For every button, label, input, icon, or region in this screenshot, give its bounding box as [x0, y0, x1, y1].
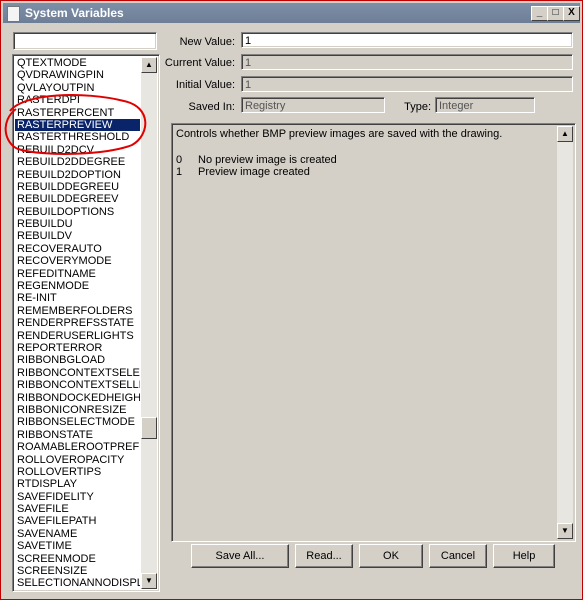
- variable-list-item[interactable]: SCREENSIZE: [15, 565, 140, 577]
- new-value-input[interactable]: 1: [241, 32, 573, 48]
- variable-list-item[interactable]: RIBBONCONTEXTSELECT: [15, 367, 140, 379]
- ok-button[interactable]: OK: [359, 544, 423, 568]
- variable-list-item[interactable]: ROLLOVEROPACITY: [15, 454, 140, 466]
- scroll-up-button[interactable]: ▲: [141, 57, 157, 73]
- initial-value-field: 1: [241, 76, 573, 92]
- variable-list-item[interactable]: RASTERTHRESHOLD: [15, 131, 140, 143]
- variable-list-item[interactable]: ROAMABLEROOTPREFIX: [15, 441, 140, 453]
- system-variables-window: System Variables _ □ X QTEXTMODE QVDRAWIN…: [0, 0, 583, 600]
- variable-list-item[interactable]: ROLLOVERTIPS: [15, 466, 140, 478]
- initial-value-label: Initial Value:: [175, 79, 235, 91]
- variable-list-item[interactable]: SAVEFILE: [15, 503, 140, 515]
- variable-list-item[interactable]: RIBBONSELECTMODE: [15, 416, 140, 428]
- variable-list-items: QTEXTMODE QVDRAWINGPIN QVLAYOUTPIN RASTERDP…: [15, 57, 140, 589]
- type-label: Type:: [404, 101, 431, 113]
- scroll-up-button[interactable]: ▲: [557, 126, 573, 142]
- option-text: No preview image is created: [198, 154, 337, 166]
- variable-list-item[interactable]: RENDERUSERLIGHTS: [15, 330, 140, 342]
- variable-list-item[interactable]: REMEMBERFOLDERS: [15, 305, 140, 317]
- variable-list[interactable]: QTEXTMODE QVDRAWINGPIN QVLAYOUTPIN RASTERDP…: [12, 54, 160, 592]
- variable-list-item[interactable]: RASTERPREVIEW: [15, 118, 140, 132]
- variable-list-item[interactable]: RECOVERAUTO: [15, 243, 140, 255]
- variable-list-item[interactable]: QVLAYOUTPIN: [15, 82, 140, 94]
- variable-list-item[interactable]: REBUILDOPTIONS: [15, 206, 140, 218]
- variable-list-item[interactable]: REGENMODE: [15, 280, 140, 292]
- new-value-label: New Value:: [179, 36, 235, 48]
- variable-list-item[interactable]: REBUILD2DCV: [15, 144, 140, 156]
- variable-list-item[interactable]: REBUILDDEGREEU: [15, 181, 140, 193]
- help-button[interactable]: Help: [493, 544, 555, 568]
- maximize-button[interactable]: □: [547, 6, 564, 21]
- variable-list-item[interactable]: SCREENMODE: [15, 553, 140, 565]
- scroll-down-button[interactable]: ▼: [557, 523, 573, 539]
- option-key: 1: [176, 166, 183, 178]
- variable-list-scrollbar[interactable]: ▲ ▼: [141, 57, 157, 589]
- title-bar[interactable]: System Variables _ □ X: [3, 3, 580, 23]
- variable-list-item[interactable]: REBUILDDEGREEV: [15, 193, 140, 205]
- window-title: System Variables: [25, 6, 124, 20]
- variable-list-item[interactable]: REFEDITNAME: [15, 268, 140, 280]
- save-all-button[interactable]: Save All...: [191, 544, 289, 568]
- variable-list-item[interactable]: REPORTERROR: [15, 342, 140, 354]
- variable-list-item[interactable]: RIBBONBGLOAD: [15, 354, 140, 366]
- description-text: Controls whether BMP preview images are …: [176, 128, 503, 140]
- description-panel: Controls whether BMP preview images are …: [171, 123, 576, 542]
- variable-list-item[interactable]: RE-INIT: [15, 292, 140, 304]
- scroll-thumb[interactable]: [141, 417, 157, 439]
- type-field: Integer: [435, 97, 535, 113]
- option-key: 0: [176, 154, 183, 166]
- variable-list-item[interactable]: REBUILD2DOPTION: [15, 169, 140, 181]
- minimize-button[interactable]: _: [531, 6, 548, 21]
- variable-search-input[interactable]: [13, 32, 157, 50]
- variable-list-item[interactable]: RIBBONICONRESIZE: [15, 404, 140, 416]
- saved-in-field: Registry: [241, 97, 385, 113]
- variable-list-item[interactable]: REBUILD2DDEGREE: [15, 156, 140, 168]
- saved-in-label: Saved In:: [188, 101, 235, 113]
- variable-list-item[interactable]: REBUILDV: [15, 230, 140, 242]
- current-value-label: Current Value:: [164, 57, 235, 69]
- description-scrollbar[interactable]: ▲ ▼: [557, 126, 573, 539]
- document-icon: [7, 6, 20, 22]
- variable-list-item[interactable]: RECOVERYMODE: [15, 255, 140, 267]
- description-option: 0 No preview image is created: [176, 154, 337, 166]
- description-option: 1 Preview image created: [176, 166, 310, 178]
- variable-list-item[interactable]: RASTERPERCENT: [15, 107, 140, 119]
- current-value-field: 1: [241, 54, 573, 70]
- option-text: Preview image created: [198, 166, 310, 178]
- variable-list-item[interactable]: RENDERPREFSSTATE: [15, 317, 140, 329]
- variable-list-item[interactable]: SAVEFIDELITY: [15, 491, 140, 503]
- variable-list-item[interactable]: QVDRAWINGPIN: [15, 69, 140, 81]
- variable-list-item[interactable]: SELECTIONANNODISPLAY: [15, 577, 140, 589]
- variable-list-item[interactable]: REBUILDU: [15, 218, 140, 230]
- variable-list-item[interactable]: SAVENAME: [15, 528, 140, 540]
- read-button[interactable]: Read...: [295, 544, 353, 568]
- variable-list-item[interactable]: RTDISPLAY: [15, 478, 140, 490]
- variable-list-item[interactable]: RIBBONSTATE: [15, 429, 140, 441]
- variable-list-item[interactable]: QTEXTMODE: [15, 57, 140, 69]
- variable-list-item[interactable]: RIBBONCONTEXTSELLIM: [15, 379, 140, 391]
- scroll-down-button[interactable]: ▼: [141, 573, 157, 589]
- variable-list-item[interactable]: SAVETIME: [15, 540, 140, 552]
- variable-list-item[interactable]: SAVEFILEPATH: [15, 515, 140, 527]
- variable-list-item[interactable]: RASTERDPI: [15, 94, 140, 106]
- close-button[interactable]: X: [563, 6, 580, 21]
- variable-list-item[interactable]: RIBBONDOCKEDHEIGHT: [15, 392, 140, 404]
- cancel-button[interactable]: Cancel: [429, 544, 487, 568]
